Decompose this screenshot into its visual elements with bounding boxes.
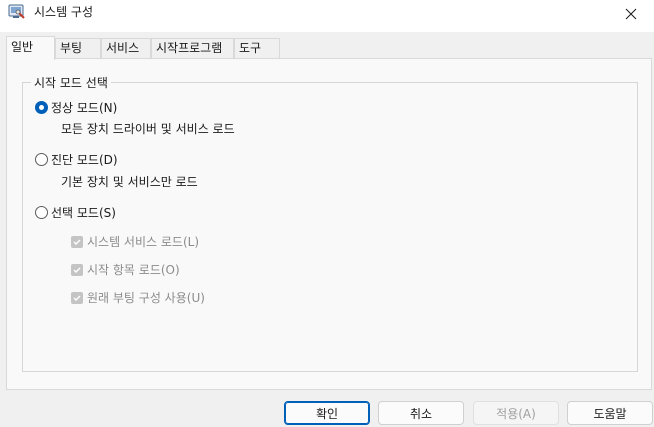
radio-unchecked-icon xyxy=(35,153,48,166)
system-config-icon xyxy=(8,3,26,21)
radio-selective-startup[interactable]: 선택 모드(S) xyxy=(35,204,116,221)
startup-selection-group: 시작 모드 선택 정상 모드(N) 모든 장치 드라이버 및 서비스 로드 진단… xyxy=(22,74,638,372)
close-button[interactable] xyxy=(608,0,654,30)
tab-startup[interactable]: 시작프로그램 xyxy=(151,38,234,59)
radio-checked-icon xyxy=(35,101,48,114)
title-bar: 시스템 구성 xyxy=(0,0,654,32)
radio-unchecked-icon xyxy=(35,206,48,219)
load-system-services-label: 시스템 서비스 로드(L) xyxy=(87,235,199,249)
help-button[interactable]: 도움말 xyxy=(567,401,653,425)
group-title: 시작 모드 선택 xyxy=(31,74,111,91)
checkbox-load-startup-items[interactable]: 시작 항목 로드(O) xyxy=(71,261,180,278)
ok-button[interactable]: 확인 xyxy=(284,401,370,425)
tab-general[interactable]: 일반 xyxy=(6,36,55,60)
checkmark-icon xyxy=(71,235,83,248)
checkbox-load-system-services[interactable]: 시스템 서비스 로드(L) xyxy=(71,233,199,250)
radio-selective-label: 선택 모드(S) xyxy=(51,206,116,220)
close-icon xyxy=(625,8,637,23)
tab-panel-general: 시작 모드 선택 정상 모드(N) 모든 장치 드라이버 및 서비스 로드 진단… xyxy=(6,58,652,390)
cancel-button[interactable]: 취소 xyxy=(378,401,464,425)
load-startup-items-label: 시작 항목 로드(O) xyxy=(87,263,180,277)
use-original-boot-config-label: 원래 부팅 구성 사용(U) xyxy=(87,291,205,305)
tab-services[interactable]: 서비스 xyxy=(101,38,151,59)
radio-diagnostic-label: 진단 모드(D) xyxy=(51,153,118,167)
tab-boot[interactable]: 부팅 xyxy=(55,38,101,59)
apply-button[interactable]: 적용(A) xyxy=(473,401,559,425)
normal-description: 모든 장치 드라이버 및 서비스 로드 xyxy=(61,122,235,136)
checkmark-icon xyxy=(71,263,83,276)
diagnostic-description: 기본 장치 및 서비스만 로드 xyxy=(61,175,198,189)
checkbox-use-original-boot-config[interactable]: 원래 부팅 구성 사용(U) xyxy=(71,289,205,306)
radio-normal-label: 정상 모드(N) xyxy=(51,101,118,115)
radio-diagnostic-startup[interactable]: 진단 모드(D) xyxy=(35,151,118,168)
window-title: 시스템 구성 xyxy=(34,5,94,19)
tab-tools[interactable]: 도구 xyxy=(234,38,280,59)
radio-normal-startup[interactable]: 정상 모드(N) xyxy=(35,99,117,116)
checkmark-icon xyxy=(71,291,83,304)
tab-strip: 일반 부팅 서비스 시작프로그램 도구 xyxy=(0,36,654,60)
